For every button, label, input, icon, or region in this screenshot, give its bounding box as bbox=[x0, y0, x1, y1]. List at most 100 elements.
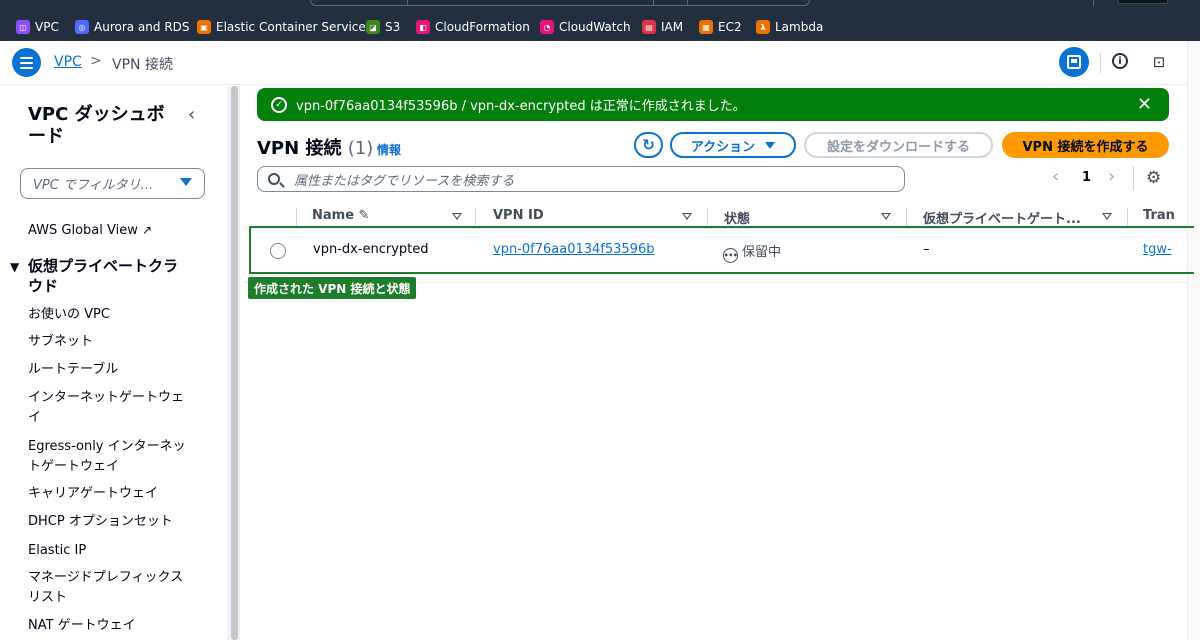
sidebar-item-managed-prefix-lists[interactable]: マネージドプレフィックスリスト bbox=[28, 568, 188, 608]
fav-label: VPC bbox=[35, 20, 59, 34]
fav-divider bbox=[653, 0, 654, 6]
gear-icon[interactable]: ⚙ bbox=[1146, 168, 1161, 188]
column-divider[interactable] bbox=[475, 208, 476, 226]
fav-ecs[interactable]: ▣ Elastic Container Service bbox=[197, 19, 366, 35]
panel-icon bbox=[1067, 55, 1081, 69]
flash-message: vpn-0f76aa0134f53596b / vpn-dx-encrypted… bbox=[296, 99, 746, 114]
s3-icon: ◪ bbox=[366, 20, 380, 34]
fav-label: EC2 bbox=[718, 20, 742, 34]
create-vpn-connection-button[interactable]: VPN 接続を作成する bbox=[1002, 132, 1169, 158]
search-placeholder: 属性またはタグでリソースを検索する bbox=[294, 173, 515, 189]
cell-transit-link[interactable]: tgw- bbox=[1143, 242, 1187, 257]
fav-s3[interactable]: ◪ S3 bbox=[366, 19, 400, 35]
refresh-button[interactable]: ↻ bbox=[634, 132, 663, 158]
fav-divider bbox=[687, 0, 688, 6]
cell-vpn-id-link[interactable]: vpn-0f76aa0134f53596b bbox=[493, 242, 654, 257]
pagination-divider bbox=[1133, 166, 1134, 190]
column-header-transit[interactable]: Tran bbox=[1143, 208, 1187, 223]
fav-label: Lambda bbox=[775, 20, 824, 34]
sidebar-item-carrier-gateways[interactable]: キャリアゲートウェイ bbox=[28, 484, 208, 504]
sort-caret-icon[interactable] bbox=[452, 213, 462, 220]
pagination-next-icon[interactable]: › bbox=[1108, 166, 1115, 187]
close-icon[interactable]: ✕ bbox=[1137, 94, 1152, 115]
fav-label: S3 bbox=[385, 20, 401, 34]
sidebar-section-vpc[interactable]: ▼ 仮想プライベートクラウド bbox=[10, 256, 200, 296]
lambda-icon: λ bbox=[756, 20, 770, 34]
info-icon[interactable]: i bbox=[1112, 53, 1128, 69]
side-nav-toggle-button[interactable] bbox=[12, 48, 41, 77]
page-title-text: VPN 接続 bbox=[257, 138, 342, 159]
actions-dropdown-button[interactable]: アクション bbox=[670, 132, 796, 158]
fav-aurora-rds[interactable]: ◎ Aurora and RDS bbox=[75, 19, 190, 35]
sidebar-item-dhcp-option-sets[interactable]: DHCP オプションセット bbox=[28, 512, 208, 532]
fav-cloudwatch[interactable]: ◔ CloudWatch bbox=[540, 19, 631, 35]
fav-label: Elastic Container Service bbox=[216, 20, 366, 34]
fav-divider bbox=[1093, 0, 1094, 6]
sidebar-item-subnets[interactable]: サブネット bbox=[28, 332, 208, 352]
cell-name: vpn-dx-encrypted bbox=[313, 242, 429, 257]
account-menu-edge[interactable] bbox=[1118, 0, 1168, 4]
info-link[interactable]: 情報 bbox=[377, 141, 401, 158]
sort-caret-icon[interactable] bbox=[881, 213, 891, 220]
sidebar-title[interactable]: VPC ダッシュボード bbox=[28, 104, 178, 148]
sidebar-item-global-view[interactable]: AWS Global View ↗ bbox=[28, 220, 208, 241]
cloudformation-icon: ◧ bbox=[416, 20, 430, 34]
cell-vgw: – bbox=[923, 242, 930, 257]
column-divider[interactable] bbox=[707, 208, 708, 226]
column-header-name[interactable]: Name ✎ bbox=[312, 208, 432, 223]
iam-icon: ▤ bbox=[642, 20, 656, 34]
tutorial-panel-icon[interactable]: ⊡ bbox=[1150, 53, 1168, 71]
pencil-edit-icon: ✎ bbox=[358, 208, 370, 223]
page-scrollbar[interactable] bbox=[1187, 41, 1200, 640]
column-divider bbox=[296, 208, 297, 226]
chevron-right-icon: > bbox=[90, 53, 102, 69]
sort-caret-icon[interactable] bbox=[1102, 213, 1112, 220]
split-panel-toggle-button[interactable] bbox=[1059, 47, 1089, 77]
fav-vpc[interactable]: ◫ VPC bbox=[16, 19, 59, 35]
column-header-vpn-id[interactable]: VPN ID bbox=[493, 208, 643, 223]
sidebar-item-label: AWS Global View bbox=[28, 223, 138, 238]
sidebar-item-egress-only-igw[interactable]: Egress-only インターネットゲートウェイ bbox=[28, 437, 198, 477]
side-navigation: VPC ダッシュボード ‹ VPC でフィルタリ... AWS Global V… bbox=[0, 86, 228, 640]
state-label: 保留中 bbox=[742, 245, 782, 260]
actions-label: アクション bbox=[690, 139, 756, 155]
vpc-icon: ◫ bbox=[16, 20, 30, 34]
sidebar-item-nat-gateways[interactable]: NAT ゲートウェイ bbox=[28, 616, 208, 636]
sort-caret-icon[interactable] bbox=[682, 213, 692, 220]
pagination-prev-icon[interactable]: ‹ bbox=[1052, 166, 1059, 187]
resource-search-input[interactable]: 属性またはタグでリソースを検索する bbox=[257, 166, 905, 192]
row-select-radio[interactable] bbox=[270, 243, 286, 259]
ecs-icon: ▣ bbox=[197, 20, 211, 34]
fav-iam[interactable]: ▤ IAM bbox=[642, 19, 683, 35]
column-header-state[interactable]: 状態 bbox=[724, 208, 844, 227]
sidebar-item-elastic-ips[interactable]: Elastic IP bbox=[28, 541, 208, 561]
scrollbar-thumb[interactable] bbox=[231, 86, 238, 640]
success-check-icon: ✓ bbox=[271, 96, 287, 113]
sidebar-scrollbar[interactable] bbox=[228, 86, 240, 640]
fav-label: CloudFormation bbox=[435, 20, 530, 34]
fav-cloudformation[interactable]: ◧ CloudFormation bbox=[416, 19, 530, 35]
column-divider[interactable] bbox=[906, 208, 907, 226]
breadcrumb-current: VPN 接続 bbox=[112, 57, 173, 73]
sidebar-item-internet-gateways[interactable]: インターネットゲートウェイ bbox=[28, 388, 188, 428]
breadcrumb-vpc-link[interactable]: VPC bbox=[54, 54, 82, 70]
cloudwatch-icon: ◔ bbox=[540, 20, 554, 34]
fav-divider bbox=[407, 0, 408, 6]
global-search-edge[interactable] bbox=[310, 0, 810, 6]
column-divider[interactable] bbox=[1127, 208, 1128, 226]
caret-down-icon bbox=[765, 141, 776, 149]
filter-placeholder: VPC でフィルタリ... bbox=[33, 178, 154, 193]
page-title: VPN 接続 (1) bbox=[257, 134, 373, 160]
fav-ec2[interactable]: ▦ EC2 bbox=[699, 19, 742, 35]
pagination-current-page[interactable]: 1 bbox=[1082, 170, 1091, 185]
collapse-chevron-icon[interactable]: ‹ bbox=[188, 104, 195, 125]
download-configuration-button[interactable]: 設定をダウンロードする bbox=[804, 132, 993, 158]
sidebar-vpc-filter-select[interactable]: VPC でフィルタリ... bbox=[20, 168, 205, 199]
sidebar-item-your-vpcs[interactable]: お使いの VPC bbox=[28, 305, 208, 325]
caret-down-icon bbox=[180, 178, 192, 186]
sidebar-item-route-tables[interactable]: ルートテーブル bbox=[28, 360, 208, 380]
column-header-vgw[interactable]: 仮想プライベートゲート... bbox=[923, 208, 1093, 227]
fav-lambda[interactable]: λ Lambda bbox=[756, 19, 823, 35]
success-flash: ✓ vpn-0f76aa0134f53596b / vpn-dx-encrypt… bbox=[257, 88, 1169, 121]
external-link-icon: ↗ bbox=[142, 223, 153, 237]
